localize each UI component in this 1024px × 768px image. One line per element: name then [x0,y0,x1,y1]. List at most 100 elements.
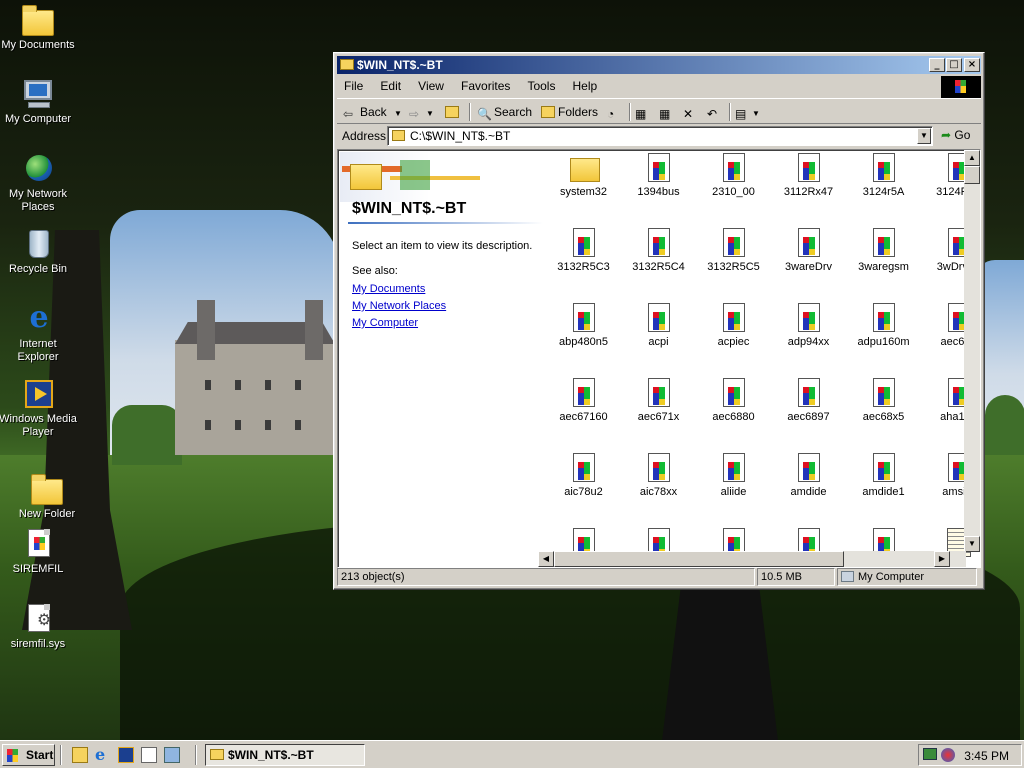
file-item[interactable]: 1394bus [621,152,696,198]
move-to-button[interactable]: ▦ [635,103,652,121]
up-button[interactable] [445,103,462,121]
file-item[interactable]: aec6897 [771,377,846,423]
link-my-computer[interactable]: My Computer [352,317,418,329]
file-item[interactable]: aec67160 [546,377,621,423]
link-my-network-places[interactable]: My Network Places [352,300,446,312]
maximize-button[interactable]: □ [946,58,962,72]
file-item[interactable]: 3112Rx47 [771,152,846,198]
address-value: C:\$WIN_NT$.~BT [410,129,511,143]
scroll-right-button[interactable]: ▶ [934,551,950,567]
file-item[interactable]: 3132R5C4 [621,227,696,273]
file-item[interactable]: 3132R5C3 [546,227,621,273]
scroll-down-button[interactable]: ▼ [964,536,980,552]
undo-button[interactable]: ↶ [707,103,724,121]
menu-edit[interactable]: Edit [373,76,408,96]
link-my-documents[interactable]: My Documents [352,283,425,295]
file-item[interactable]: adpu160m [846,302,921,348]
vertical-scrollbar[interactable]: ▲ ▼ [964,150,980,552]
sys-config-icon: ⚙ [22,603,54,635]
delete-button[interactable]: ✕ [683,103,700,121]
folders-button[interactable]: Folders [541,103,598,121]
file-label: amdide1 [862,486,905,498]
file-item[interactable]: aec68x5 [846,377,921,423]
copy-to-button[interactable]: ▦ [659,103,676,121]
quicklaunch-outlook-icon[interactable] [141,747,157,763]
go-button[interactable]: ➦ Go [941,128,970,142]
desktop-icon-new-folder[interactable]: New Folder [7,473,87,521]
forward-button[interactable]: ⇨ ▼ [409,103,434,121]
horizontal-scrollbar[interactable]: ◀ ▶ [538,551,966,567]
desktop-icon-siremfil[interactable]: SIREMFIL [0,528,78,576]
scroll-left-button[interactable]: ◀ [538,551,554,567]
system-file-icon [718,377,750,409]
go-arrow-icon: ➦ [941,128,952,142]
folders-label: Folders [558,105,599,119]
folder-content-pane[interactable]: $WIN_NT$.~BT Select an item to view its … [337,149,981,568]
system-file-icon [868,152,900,184]
search-button[interactable]: 🔍 Search [477,103,532,121]
back-button[interactable]: ⇦ Back ▼ [343,103,402,121]
status-zone: My Computer [837,568,977,586]
wallpaper-hedge-right [985,395,1024,455]
desktop-icon-windows-media-player[interactable]: Windows Media Player [0,378,78,439]
close-button[interactable]: × [964,58,980,72]
file-item[interactable]: aec6880 [696,377,771,423]
volume-tray-icon[interactable] [941,748,955,762]
file-label: 3112Rx47 [783,186,834,198]
quicklaunch-media-player-icon[interactable] [118,747,134,763]
horizontal-scroll-thumb[interactable] [554,551,844,567]
file-item[interactable]: abp480n5 [546,302,621,348]
file-item[interactable]: adp94xx [771,302,846,348]
delete-icon: ✕ [683,107,694,121]
menu-help[interactable]: Help [566,76,605,96]
file-item[interactable]: 2310_00 [696,152,771,198]
file-item[interactable]: 3132R5C5 [696,227,771,273]
vertical-scroll-thumb[interactable] [964,166,980,184]
desktop-icon-my-network-places[interactable]: My Network Places [0,153,78,214]
menu-view[interactable]: View [411,76,451,96]
folder-item[interactable]: system32 [546,152,621,198]
system-file-icon [718,227,750,259]
history-button[interactable]: ◔ [607,103,624,121]
desktop-icon-recycle-bin[interactable]: Recycle Bin [0,228,78,276]
file-item[interactable]: aliide [696,452,771,498]
menu-file[interactable]: File [337,76,370,96]
taskbar-button-explorer[interactable]: $WIN_NT$.~BT [205,744,365,766]
file-item[interactable]: amdide1 [846,452,921,498]
chevron-down-icon: ▼ [752,109,760,118]
network-tray-icon[interactable] [923,748,937,760]
file-item[interactable]: acpi [621,302,696,348]
explorer-window[interactable]: $WIN_NT$.~BT _ □ × File Edit View Favori… [333,52,985,590]
start-button[interactable]: Start [2,744,55,766]
desktop-icon-internet-explorer[interactable]: e Internet Explorer [0,303,78,364]
clock[interactable]: 3:45 PM [964,749,1009,763]
window-titlebar[interactable]: $WIN_NT$.~BT _ □ × [337,56,981,74]
file-item[interactable]: aic78xx [621,452,696,498]
file-item[interactable]: acpiec [696,302,771,348]
file-item[interactable]: aic78u2 [546,452,621,498]
file-label: 3132R5C3 [557,261,610,273]
menu-tools[interactable]: Tools [520,76,562,96]
quicklaunch-explorer-icon[interactable] [72,747,88,763]
file-label: acpi [648,336,669,348]
file-item[interactable]: aec671x [621,377,696,423]
desktop-icon-siremfil-sys[interactable]: ⚙ siremfil.sys [0,603,78,651]
file-item[interactable]: 3124r5A [846,152,921,198]
quicklaunch-show-desktop-icon[interactable] [164,747,180,763]
system-tray: 3:45 PM [918,744,1022,766]
desktop-icon-my-computer[interactable]: My Computer [0,78,78,126]
desktop-icon-label: My Documents [1,39,75,51]
address-input[interactable]: C:\$WIN_NT$.~BT ▼ [387,126,933,146]
file-item[interactable]: 3waregsm [846,227,921,273]
quicklaunch-internet-explorer-icon[interactable]: e [95,747,111,763]
desktop-icon-label: New Folder [18,508,76,520]
minimize-button[interactable]: _ [929,58,945,72]
desktop-icon-my-documents[interactable]: My Documents [0,4,78,52]
menu-favorites[interactable]: Favorites [454,76,517,96]
scroll-up-button[interactable]: ▲ [964,150,980,166]
computer-icon [22,78,54,110]
file-item[interactable]: 3wareDrv [771,227,846,273]
address-dropdown-button[interactable]: ▼ [917,128,931,144]
file-item[interactable]: amdide [771,452,846,498]
views-button[interactable]: ▤ ▼ [735,103,760,121]
